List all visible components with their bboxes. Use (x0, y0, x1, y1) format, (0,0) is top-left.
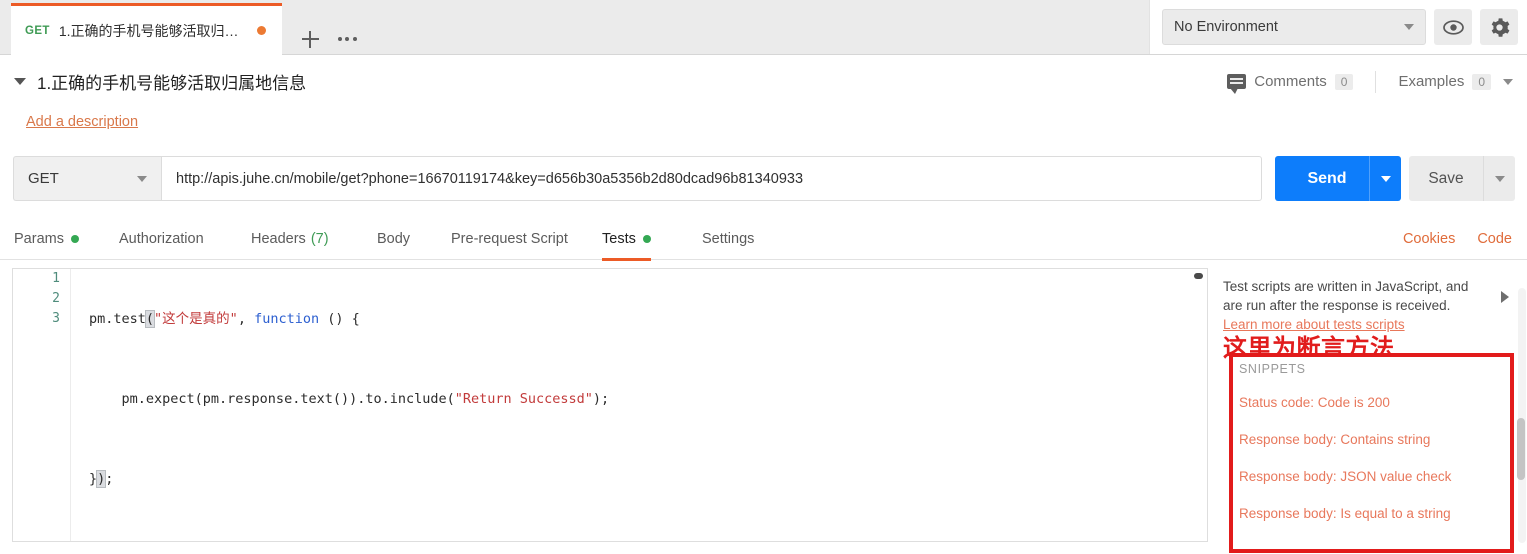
meta-divider (1375, 70, 1377, 93)
chevron-down-icon (1494, 175, 1505, 182)
url-input[interactable]: http://apis.juhe.cn/mobile/get?phone=166… (161, 156, 1262, 201)
code-token: () { (319, 311, 360, 327)
postman-window: GET 1.正确的手机号能够活取归属地... No Environment 1.… (0, 0, 1527, 554)
collapse-caret-icon[interactable] (14, 78, 26, 85)
code-token: pm.test (89, 311, 146, 327)
gear-icon (1491, 17, 1509, 37)
tab-label: Body (377, 231, 411, 247)
tab-label: Params (14, 231, 64, 247)
send-button-label: Send (1307, 169, 1347, 187)
code-token: pm.expect(pm.response.text()).to.include… (89, 391, 455, 407)
add-description-link[interactable]: Add a description (26, 114, 138, 130)
line-number: 2 (52, 291, 60, 306)
snippets-header: SNIPPETS (1239, 362, 1306, 376)
save-options-button[interactable] (1483, 156, 1515, 201)
tests-script-editor[interactable]: 1 2 3 pm.test("这个是真的", function () { pm.… (12, 268, 1208, 542)
environment-selected-label: No Environment (1174, 19, 1278, 35)
unsaved-dot-icon (256, 26, 266, 35)
snippet-item[interactable]: Response body: Is equal to a string (1239, 495, 1506, 532)
request-section-tabs: Params Authorization Headers (7) Body Pr… (0, 218, 1527, 261)
editor-line-number-gutter: 1 2 3 (13, 269, 71, 541)
tab-label: Pre-request Script (451, 231, 568, 247)
ellipsis-icon (337, 37, 357, 41)
http-method-select[interactable]: GET (13, 156, 161, 201)
comments-count-badge: 0 (1334, 73, 1354, 90)
tab-settings[interactable]: Settings (702, 218, 754, 260)
save-button[interactable]: Save (1409, 156, 1515, 201)
chevron-down-icon (137, 175, 147, 182)
eye-icon (1442, 19, 1464, 35)
more-tabs-button[interactable] (329, 22, 365, 56)
line-number: 3 (52, 311, 60, 326)
environment-area: No Environment (1149, 0, 1527, 54)
send-button[interactable]: Send (1275, 156, 1401, 201)
code-token: , (237, 311, 255, 327)
save-button-label: Save (1428, 169, 1464, 187)
snippet-item[interactable]: Response body: JSON value check (1239, 458, 1506, 495)
side-panel-scrollbar-thumb[interactable] (1517, 418, 1525, 480)
snippets-list: Status code: Code is 200 Response body: … (1239, 384, 1506, 532)
tab-authorization[interactable]: Authorization (119, 218, 204, 260)
comments-button[interactable]: Comments (1254, 73, 1327, 90)
request-tab[interactable]: GET 1.正确的手机号能够活取归属地... (11, 3, 282, 55)
snippet-item[interactable]: Response body: Contains string (1239, 421, 1506, 458)
code-line-3: }); (89, 469, 1207, 489)
params-status-dot-icon (70, 235, 79, 243)
line-number: 1 (52, 271, 60, 286)
comment-icon (1227, 74, 1247, 94)
snippet-item[interactable]: Status code: Code is 200 (1239, 384, 1506, 421)
tab-label: Headers (251, 231, 306, 247)
new-tab-button[interactable] (292, 22, 328, 56)
examples-chevron-down-icon[interactable] (1503, 78, 1513, 85)
request-utility-links: Cookies Code (1403, 218, 1512, 260)
collapse-panel-arrow-icon[interactable] (1501, 291, 1509, 303)
code-token: ; (105, 471, 114, 487)
page-title: 1.正确的手机号能够活取归属地信息 (37, 74, 307, 93)
plus-icon (301, 30, 319, 48)
code-token-keyword: function (254, 311, 320, 327)
code-link[interactable]: Code (1477, 231, 1512, 247)
request-meta-actions: Comments 0 Examples 0 (1227, 55, 1513, 108)
tab-label: Authorization (119, 231, 204, 247)
tab-headers[interactable]: Headers (7) (251, 218, 329, 260)
settings-button[interactable] (1480, 9, 1518, 45)
url-bar: GET http://apis.juhe.cn/mobile/get?phone… (13, 156, 1262, 201)
tests-status-dot-icon (642, 235, 651, 243)
environment-quick-look-button[interactable] (1434, 9, 1472, 45)
side-panel-scrollbar[interactable] (1517, 288, 1526, 543)
cookies-link[interactable]: Cookies (1403, 231, 1455, 247)
tests-side-panel: Test scripts are written in JavaScript, … (1218, 268, 1527, 554)
editor-code-content[interactable]: pm.test("这个是真的", function () { pm.expect… (71, 269, 1207, 541)
send-options-button[interactable] (1369, 156, 1401, 201)
tab-method-label: GET (25, 24, 50, 37)
chevron-down-icon (1380, 175, 1391, 182)
examples-count-badge: 0 (1472, 73, 1491, 90)
tab-tests[interactable]: Tests (602, 218, 651, 261)
tests-help-text: Test scripts are written in JavaScript, … (1223, 279, 1469, 313)
code-token-string: "这个是真的" (154, 311, 238, 327)
code-token: ); (592, 391, 610, 407)
examples-button[interactable]: Examples (1398, 73, 1464, 90)
tab-label: Settings (702, 231, 755, 247)
code-token-string: "Return Successd" (454, 391, 593, 407)
headers-count-label: (7) (310, 231, 329, 247)
snippets-highlight-box: SNIPPETS Status code: Code is 200 Respon… (1229, 353, 1514, 553)
editor-scrollbar-thumb[interactable] (1194, 273, 1203, 279)
environment-select[interactable]: No Environment (1162, 9, 1426, 45)
tab-params[interactable]: Params (14, 218, 79, 260)
tab-pre-request-script[interactable]: Pre-request Script (451, 218, 568, 260)
code-token-bracket-match: ( (144, 310, 156, 328)
tab-strip: GET 1.正确的手机号能够活取归属地... No Environment (0, 0, 1527, 55)
chevron-down-icon (1404, 24, 1414, 30)
editor-vertical-scrollbar[interactable] (1194, 271, 1205, 539)
code-line-1: pm.test("这个是真的", function () { (89, 309, 1207, 329)
code-token: } (89, 471, 98, 487)
tab-title-label: 1.正确的手机号能够活取归属地... (58, 22, 249, 39)
code-line-2: pm.expect(pm.response.text()).to.include… (89, 389, 1207, 409)
http-method-label: GET (28, 170, 59, 187)
tab-label: Tests (602, 231, 636, 247)
tab-body[interactable]: Body (377, 218, 410, 260)
